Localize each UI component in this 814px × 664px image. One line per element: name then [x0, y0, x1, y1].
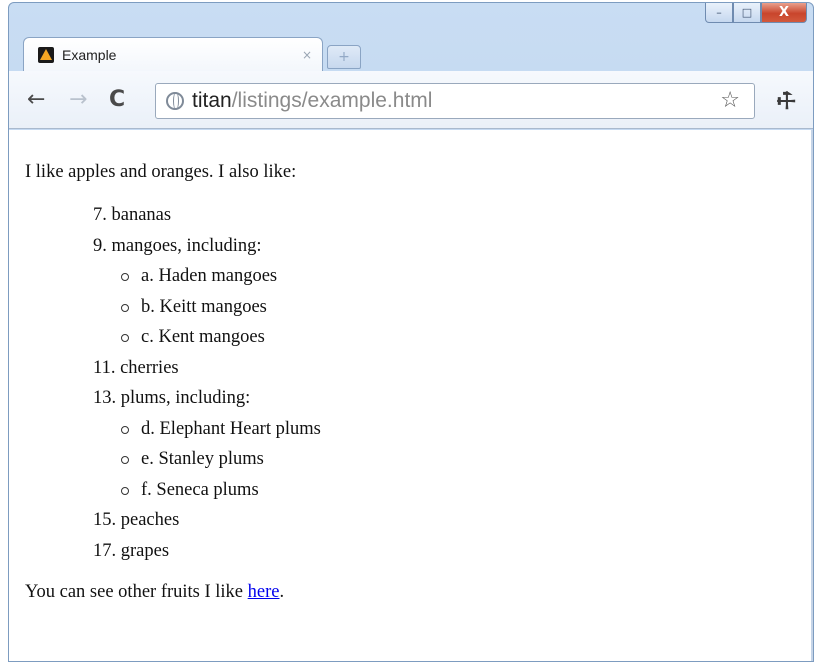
sublist-item: c. Kent mangoes — [117, 322, 813, 353]
window-right-edge — [811, 130, 813, 661]
list-item: 13. plums, including: d. Elephant Heart … — [93, 383, 813, 505]
list-item-label: 13. plums, including: — [93, 388, 251, 408]
window-controls: – □ X — [705, 3, 807, 23]
mango-sublist: a. Haden mangoes b. Keitt mangoes c. Ken… — [93, 261, 813, 353]
forward-arrow-icon[interactable]: → — [69, 89, 87, 111]
list-item: 17. grapes — [93, 536, 813, 567]
intro-paragraph: I like apples and oranges. I also like: — [25, 162, 297, 182]
outro-text: You can see other fruits I like — [25, 582, 248, 602]
tab-strip: Example × + — [23, 37, 361, 71]
tab-title: Example — [62, 46, 117, 63]
outro-period: . — [279, 582, 285, 602]
browser-toolbar: ← → C titan/listings/example.html ☆ ⚒ — [9, 71, 813, 129]
here-link[interactable]: here — [248, 582, 280, 602]
sublist-item: f. Seneca plums — [117, 475, 813, 506]
page-content: I like apples and oranges. I also like: … — [9, 130, 813, 661]
maximize-button[interactable]: □ — [733, 3, 761, 23]
list-item-label: 7. bananas — [93, 205, 172, 225]
url-host: titan — [192, 89, 232, 112]
globe-icon — [166, 92, 184, 110]
sublist-item: b. Keitt mangoes — [117, 292, 813, 323]
close-window-button[interactable]: X — [761, 3, 807, 23]
list-item: 15. peaches — [93, 505, 813, 536]
browser-window: – □ X Example × + ← → C titan/listings/e… — [8, 2, 814, 662]
list-item: 7. bananas — [93, 200, 813, 231]
tab-close-icon[interactable]: × — [302, 48, 312, 62]
sublist-item: a. Haden mangoes — [117, 261, 813, 292]
list-item: 9. mangoes, including: a. Haden mangoes … — [93, 231, 813, 353]
sublist-item: e. Stanley plums — [117, 444, 813, 475]
address-bar[interactable]: titan/listings/example.html ☆ — [155, 83, 755, 119]
reload-icon[interactable]: C — [109, 89, 125, 111]
list-item: 11. cherries — [93, 353, 813, 384]
sublist-item: d. Elephant Heart plums — [117, 414, 813, 445]
list-item-label: 11. cherries — [93, 357, 179, 378]
list-item-label: 17. grapes — [93, 540, 170, 561]
list-item-label: 15. peaches — [93, 510, 180, 530]
tab-example[interactable]: Example × — [23, 37, 323, 71]
url-path: /listings/example.html — [231, 89, 433, 112]
list-item-label: 9. mangoes, including: — [93, 235, 262, 256]
warning-triangle-favicon-icon — [38, 46, 54, 63]
minimize-button[interactable]: – — [705, 3, 733, 23]
back-arrow-icon[interactable]: ← — [27, 89, 45, 111]
plum-sublist: d. Elephant Heart plums e. Stanley plums… — [93, 414, 813, 506]
url-text[interactable]: titan/listings/example.html — [192, 89, 432, 113]
bookmark-star-icon[interactable]: ☆ — [720, 88, 740, 113]
outro-paragraph: You can see other fruits I like here. — [25, 580, 813, 604]
wrench-menu-icon[interactable]: ⚒ — [771, 86, 803, 118]
fruit-list: 7. bananas 9. mangoes, including: a. Had… — [25, 200, 813, 566]
new-tab-button[interactable]: + — [327, 45, 361, 69]
